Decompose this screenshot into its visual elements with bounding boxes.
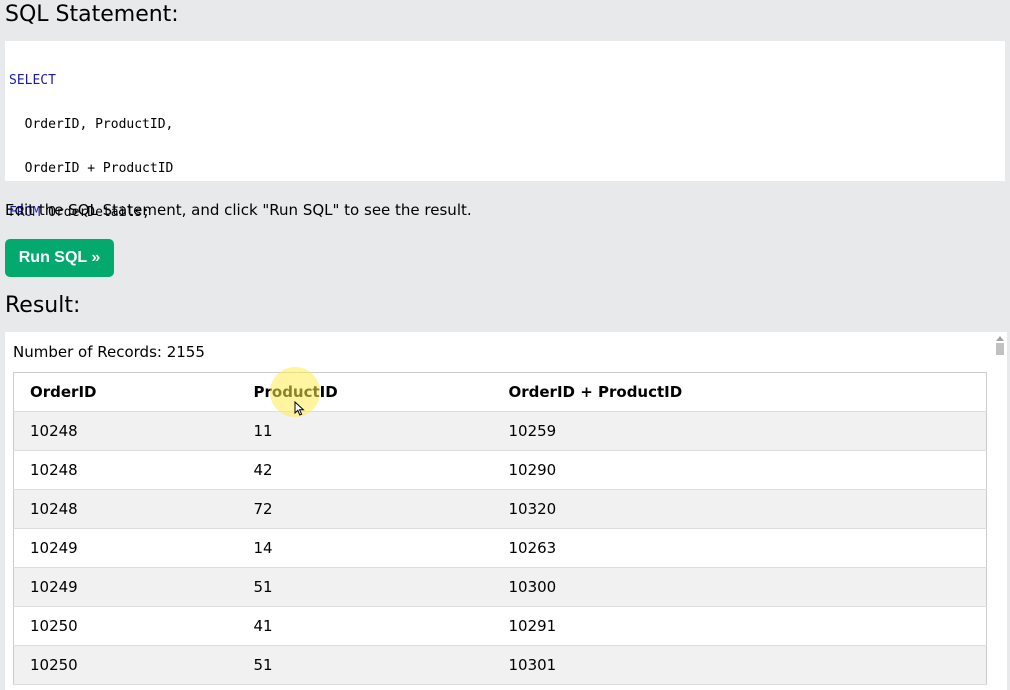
records-count: Number of Records: 2155: [13, 343, 205, 361]
sql-text: OrderID + ProductID: [9, 161, 174, 176]
table-row: 10248 72 10320: [13, 489, 987, 529]
cell-productid: 51: [237, 567, 493, 607]
sql-editor[interactable]: SELECT OrderID, ProductID, OrderID + Pro…: [5, 41, 1005, 220]
table-row: 10248 11 10259: [13, 411, 987, 451]
cell-productid: 51: [237, 645, 493, 685]
sql-statement-heading: SQL Statement:: [5, 2, 179, 27]
cell-orderid: 10249: [13, 567, 238, 607]
table-row: 10250 41 10291: [13, 606, 987, 646]
column-header-productid: ProductID: [237, 372, 493, 412]
cell-orderid: 10250: [13, 645, 238, 685]
result-table: OrderID ProductID OrderID + ProductID 10…: [13, 372, 987, 685]
cell-orderid: 10249: [13, 528, 238, 568]
cell-sum: 10259: [492, 411, 987, 451]
sql-line: OrderID + ProductID: [9, 158, 1001, 180]
cell-productid: 41: [237, 606, 493, 646]
cell-orderid: 10250: [13, 606, 238, 646]
cell-productid: 14: [237, 528, 493, 568]
cell-sum: 10290: [492, 450, 987, 490]
scroll-up-arrow-icon[interactable]: [996, 336, 1004, 341]
cell-orderid: 10248: [13, 411, 238, 451]
table-row: 10249 51 10300: [13, 567, 987, 607]
table-row: 10250 51 10301: [13, 645, 987, 685]
cell-productid: 11: [237, 411, 493, 451]
instruction-text: Edit the SQL Statement, and click "Run S…: [5, 201, 472, 219]
sql-line: SELECT: [9, 70, 1001, 92]
cell-sum: 10300: [492, 567, 987, 607]
sql-keyword: SELECT: [9, 73, 56, 88]
table-row: 10248 42 10290: [13, 450, 987, 490]
cell-sum: 10301: [492, 645, 987, 685]
column-header-orderid: OrderID: [13, 372, 238, 412]
table-header-row: OrderID ProductID OrderID + ProductID: [13, 372, 987, 412]
result-scrollbar[interactable]: [993, 332, 1007, 690]
cell-orderid: 10248: [13, 489, 238, 529]
column-header-sum: OrderID + ProductID: [492, 372, 987, 412]
table-row: 10249 14 10263: [13, 528, 987, 568]
sql-text: OrderID, ProductID,: [9, 117, 174, 132]
result-heading: Result:: [5, 293, 81, 318]
cell-productid: 42: [237, 450, 493, 490]
scrollbar-thumb[interactable]: [996, 343, 1004, 355]
result-panel[interactable]: Number of Records: 2155 OrderID ProductI…: [5, 332, 1007, 690]
cell-sum: 10320: [492, 489, 987, 529]
cell-sum: 10291: [492, 606, 987, 646]
sql-line: OrderID, ProductID,: [9, 114, 1001, 136]
cell-sum: 10263: [492, 528, 987, 568]
run-sql-button[interactable]: Run SQL »: [5, 239, 114, 277]
cell-productid: 72: [237, 489, 493, 529]
cell-orderid: 10248: [13, 450, 238, 490]
